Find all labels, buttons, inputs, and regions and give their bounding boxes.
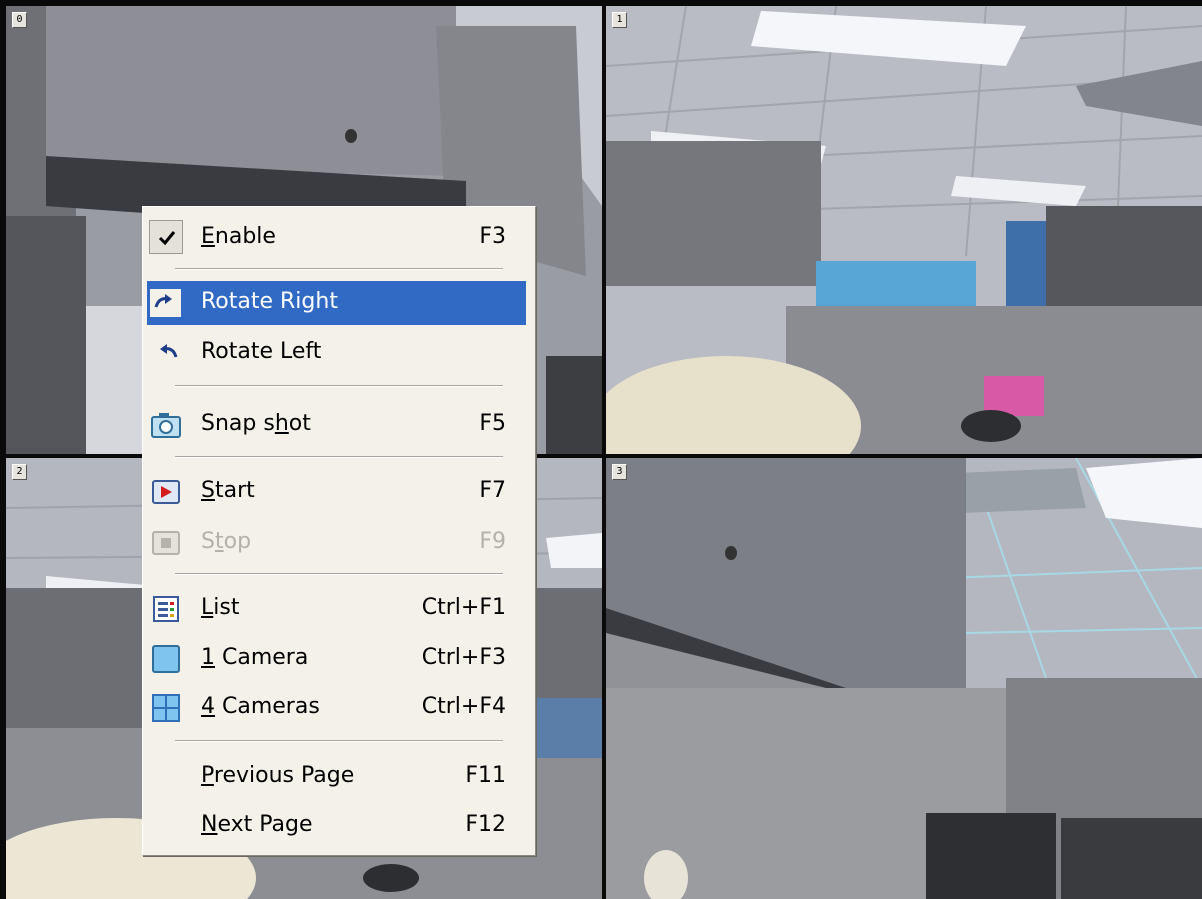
menu-item-label: Rotate Left <box>201 339 322 364</box>
menu-separator <box>175 268 503 270</box>
menu-item-label: 4 Cameras <box>201 694 320 719</box>
camera-number-badge: 3 <box>612 464 627 480</box>
menu-item-label: Enable <box>201 224 276 249</box>
camera-feed-3 <box>606 458 1202 899</box>
menu-item-label: Stop <box>201 529 252 554</box>
menu-item-shortcut: F9 <box>479 529 506 554</box>
check-icon <box>149 220 183 254</box>
single-view-icon <box>149 643 183 675</box>
menu-separator <box>175 385 503 387</box>
menu-item-label: List <box>201 595 240 620</box>
menu-item-stop[interactable]: Stop F9 <box>147 521 526 565</box>
menu-item-previous-page[interactable]: Previous Page F11 <box>147 755 526 799</box>
menu-item-shortcut: F7 <box>479 478 506 503</box>
camera-number-badge: 2 <box>12 464 27 480</box>
menu-item-list[interactable]: List Ctrl+F1 <box>147 587 526 631</box>
camera-number-badge: 1 <box>612 12 627 28</box>
menu-item-shortcut: Ctrl+F3 <box>421 645 506 670</box>
menu-item-label: Previous Page <box>201 763 355 788</box>
menu-separator <box>175 740 503 742</box>
menu-separator <box>175 456 503 458</box>
menu-item-label: Next Page <box>201 812 313 837</box>
menu-item-shortcut: F12 <box>465 812 506 837</box>
menu-separator <box>175 573 503 575</box>
menu-item-start[interactable]: Start F7 <box>147 470 526 514</box>
context-menu: Enable F3 Rotate Right Rotate Left Snap … <box>142 206 536 856</box>
menu-item-next-page[interactable]: Next Page F12 <box>147 804 526 848</box>
menu-item-label: Start <box>201 478 255 503</box>
quad-view-icon <box>149 692 183 724</box>
menu-item-label: Rotate Right <box>201 289 338 314</box>
rotate-right-icon <box>149 287 183 319</box>
camera-icon <box>149 409 183 441</box>
stop-icon <box>149 527 183 559</box>
menu-item-shortcut: F11 <box>465 763 506 788</box>
menu-item-snap-shot[interactable]: Snap shot F5 <box>147 403 526 447</box>
list-icon <box>149 593 183 625</box>
camera-number-badge: 0 <box>12 12 27 28</box>
menu-item-label: 1 Camera <box>201 645 309 670</box>
menu-item-shortcut: Ctrl+F4 <box>421 694 506 719</box>
camera-view-3[interactable]: 3 <box>606 458 1202 899</box>
menu-item-enable[interactable]: Enable F3 <box>147 216 526 260</box>
menu-item-4-cameras[interactable]: 4 Cameras Ctrl+F4 <box>147 686 526 730</box>
menu-item-shortcut: F3 <box>479 224 506 249</box>
menu-item-rotate-right[interactable]: Rotate Right <box>147 281 526 325</box>
menu-item-shortcut: F5 <box>479 411 506 436</box>
menu-item-1-camera[interactable]: 1 Camera Ctrl+F3 <box>147 637 526 681</box>
camera-view-1[interactable]: 1 <box>606 6 1202 454</box>
rotate-left-icon <box>149 337 183 369</box>
menu-item-shortcut: Ctrl+F1 <box>421 595 506 620</box>
menu-item-label: Snap shot <box>201 411 311 436</box>
play-icon <box>149 476 183 508</box>
camera-feed-1 <box>606 6 1202 454</box>
menu-item-rotate-left[interactable]: Rotate Left <box>147 331 526 375</box>
